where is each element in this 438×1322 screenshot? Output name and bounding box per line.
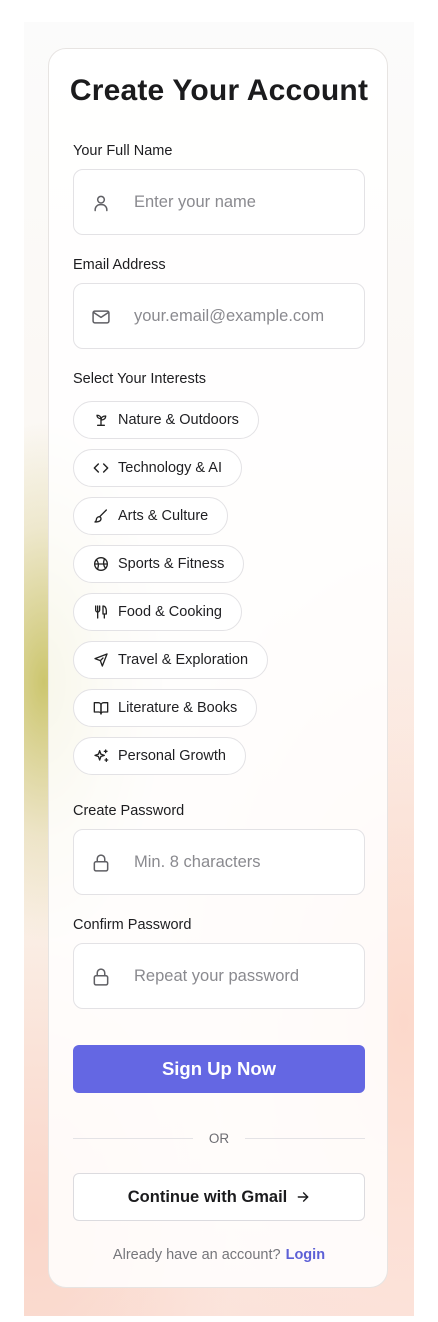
interest-chip-literature[interactable]: Literature & Books [73,689,258,727]
password-label: Create Password [73,803,185,819]
interest-label: Personal Growth [118,748,226,764]
login-prompt-text: Already have an account? [112,1247,281,1263]
page-title: Create Your Account [69,74,369,107]
basketball-icon [93,556,109,572]
interest-chip-sports[interactable]: Sports & Fitness [73,545,245,583]
interest-label: Sports & Fitness [118,556,225,572]
confirm-password-placeholder: Repeat your password [134,967,300,985]
code-icon [93,460,109,476]
interest-chip-nature[interactable]: Nature & Outdoors [73,401,259,439]
interest-label: Food & Cooking [118,604,222,620]
interest-label: Travel & Exploration [118,652,249,668]
brush-icon [93,508,109,524]
password-field[interactable]: Min. 8 characters [73,829,365,895]
gmail-button-label: Continue with Gmail [127,1187,288,1206]
name-field[interactable]: Enter your name [73,169,365,235]
interest-label: Arts & Culture [118,508,209,524]
name-placeholder: Enter your name [134,193,256,211]
continue-with-gmail-button[interactable]: Continue with Gmail [73,1173,365,1221]
interests-label: Select Your Interests [73,371,206,387]
confirm-password-label: Confirm Password [73,917,192,933]
lock-icon [91,853,111,873]
login-link[interactable]: Login [286,1247,325,1263]
book-icon [93,700,109,716]
divider-or-text: OR [208,1131,230,1146]
email-label: Email Address [73,257,166,273]
interest-chip-arts[interactable]: Arts & Culture [73,497,229,535]
password-placeholder: Min. 8 characters [134,853,261,871]
interest-label: Nature & Outdoors [118,412,239,428]
user-icon [91,193,111,213]
plane-icon [93,652,109,668]
mail-icon [91,307,111,327]
sparkles-icon [93,748,109,764]
email-placeholder: your.email@example.com [134,307,325,325]
interest-chip-travel[interactable]: Travel & Exploration [73,641,269,679]
sign-up-button[interactable]: Sign Up Now [73,1045,365,1093]
interest-chip-personal-growth[interactable]: Personal Growth [73,737,246,775]
name-label: Your Full Name [73,143,173,159]
arrow-right-icon [296,1190,310,1204]
interest-chip-food[interactable]: Food & Cooking [73,593,242,631]
interest-label: Literature & Books [118,700,238,716]
login-prompt: Already have an account? Login [0,1246,438,1264]
interest-label: Technology & AI [118,460,222,476]
email-field[interactable]: your.email@example.com [73,283,365,349]
plant-icon [93,412,109,428]
confirm-password-field[interactable]: Repeat your password [73,943,365,1009]
interest-chip-technology[interactable]: Technology & AI [73,449,242,487]
utensils-icon [93,604,109,620]
lock-icon [91,967,111,987]
